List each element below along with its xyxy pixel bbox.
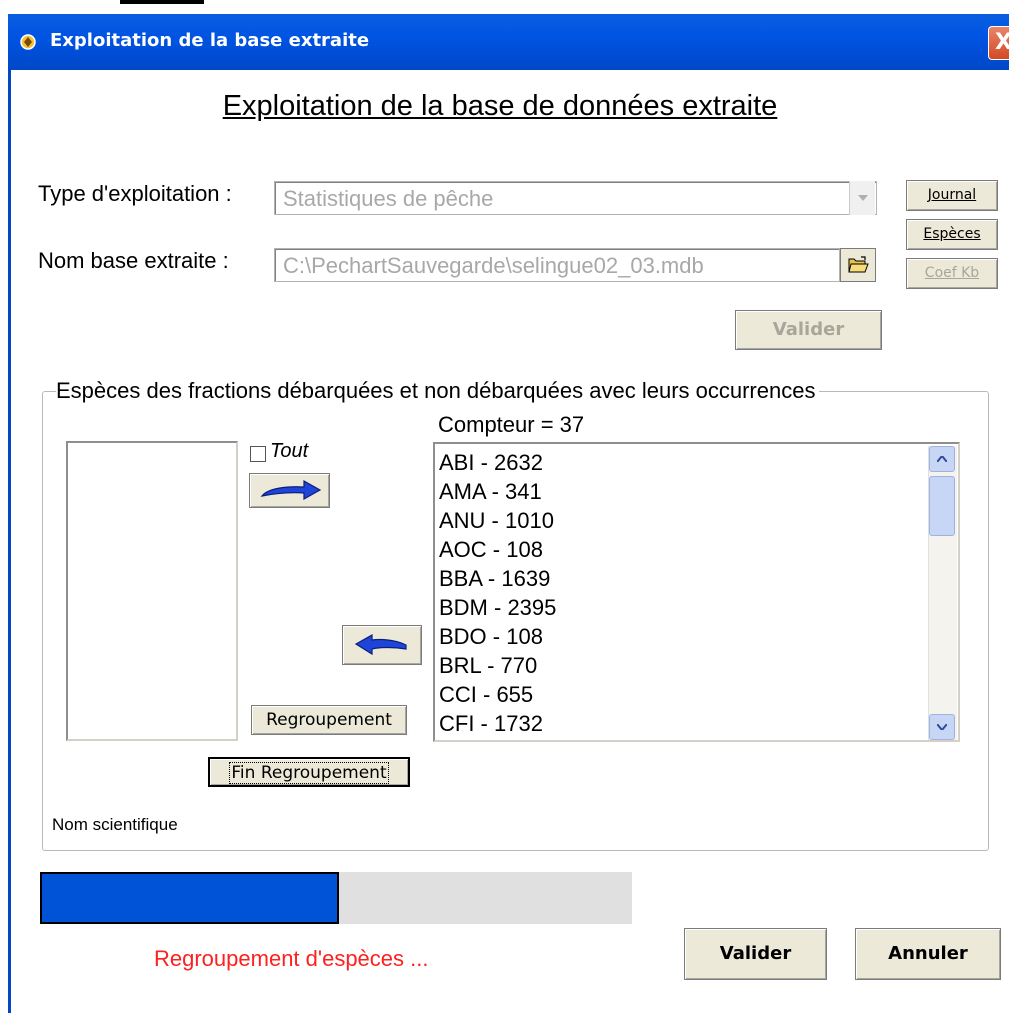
species-items: ABI - 2632 AMA - 341 ANU - 1010 AOC - 10… xyxy=(439,448,556,738)
group-legend: Espèces des fractions débarquées et non … xyxy=(56,378,820,404)
species-counter: Compteur = 37 xyxy=(438,412,585,437)
window-left-border xyxy=(8,70,11,1013)
species-item[interactable]: BBA - 1639 xyxy=(439,564,556,593)
app-icon xyxy=(20,34,36,50)
progress-bar xyxy=(40,872,632,924)
fin-regroupement-button[interactable]: Fin Regroupement xyxy=(208,757,410,787)
especes-button-label: Espèces xyxy=(923,226,981,242)
chevron-down-icon xyxy=(937,724,947,730)
add-to-group-button[interactable] xyxy=(249,473,330,508)
species-item[interactable]: BDO - 108 xyxy=(439,622,556,651)
regroupement-button[interactable]: Regroupement xyxy=(251,705,407,735)
validate-top-button[interactable]: Valider xyxy=(735,310,882,350)
base-label: Nom base extraite : xyxy=(38,248,229,273)
page-title: Exploitation de la base de données extra… xyxy=(222,90,778,122)
journal-button-label: Journal xyxy=(927,187,977,203)
coef-kb-button-label: Coef Kb xyxy=(924,265,980,281)
close-button[interactable]: X xyxy=(988,26,1009,60)
scroll-down-button[interactable] xyxy=(929,714,955,740)
scroll-up-button[interactable] xyxy=(929,446,955,472)
species-item[interactable]: BRL - 770 xyxy=(439,651,556,680)
scroll-thumb[interactable] xyxy=(929,476,955,536)
progress-fill xyxy=(40,872,339,924)
species-item[interactable]: ABI - 2632 xyxy=(439,448,556,477)
coef-kb-button[interactable]: Coef Kb xyxy=(906,258,998,289)
nom-scientifique-label: Nom scientifique xyxy=(52,815,178,834)
status-text: Regroupement d'espèces ... xyxy=(154,946,429,971)
arrow-right-icon xyxy=(260,479,321,500)
window-title: Exploitation de la base extraite xyxy=(50,30,370,51)
journal-button[interactable]: Journal xyxy=(906,180,998,211)
dropdown-arrow[interactable] xyxy=(849,181,875,215)
tout-checkbox[interactable] xyxy=(250,446,266,462)
open-folder-icon xyxy=(848,256,869,273)
species-item[interactable]: BDM - 2395 xyxy=(439,593,556,622)
chevron-down-icon xyxy=(857,195,868,201)
chevron-up-icon xyxy=(937,456,947,462)
remove-from-group-button[interactable] xyxy=(342,625,422,665)
title-bar[interactable]: Exploitation de la base extraite X xyxy=(8,14,1009,70)
arrow-left-icon xyxy=(354,633,407,656)
base-path-field[interactable]: C:\PechartSauvegarde\selingue02_03.mdb xyxy=(274,248,840,282)
fin-regroupement-label: Fin Regroupement xyxy=(229,762,389,784)
species-item[interactable]: AMA - 341 xyxy=(439,477,556,506)
browse-button[interactable] xyxy=(840,248,876,282)
species-item[interactable]: CFI - 1732 xyxy=(439,709,556,738)
grouped-species-list[interactable] xyxy=(66,441,238,741)
species-item[interactable]: AOC - 108 xyxy=(439,535,556,564)
top-mark xyxy=(120,0,204,4)
type-select[interactable]: Statistiques de pêche xyxy=(274,181,877,215)
especes-button[interactable]: Espèces xyxy=(906,219,998,250)
species-item[interactable]: ANU - 1010 xyxy=(439,506,556,535)
species-item[interactable]: CCI - 655 xyxy=(439,680,556,709)
cancel-button[interactable]: Annuler xyxy=(855,928,1001,980)
type-label: Type d'exploitation : xyxy=(38,181,232,206)
tout-label: Tout xyxy=(270,440,309,462)
validate-button[interactable]: Valider xyxy=(684,928,827,980)
